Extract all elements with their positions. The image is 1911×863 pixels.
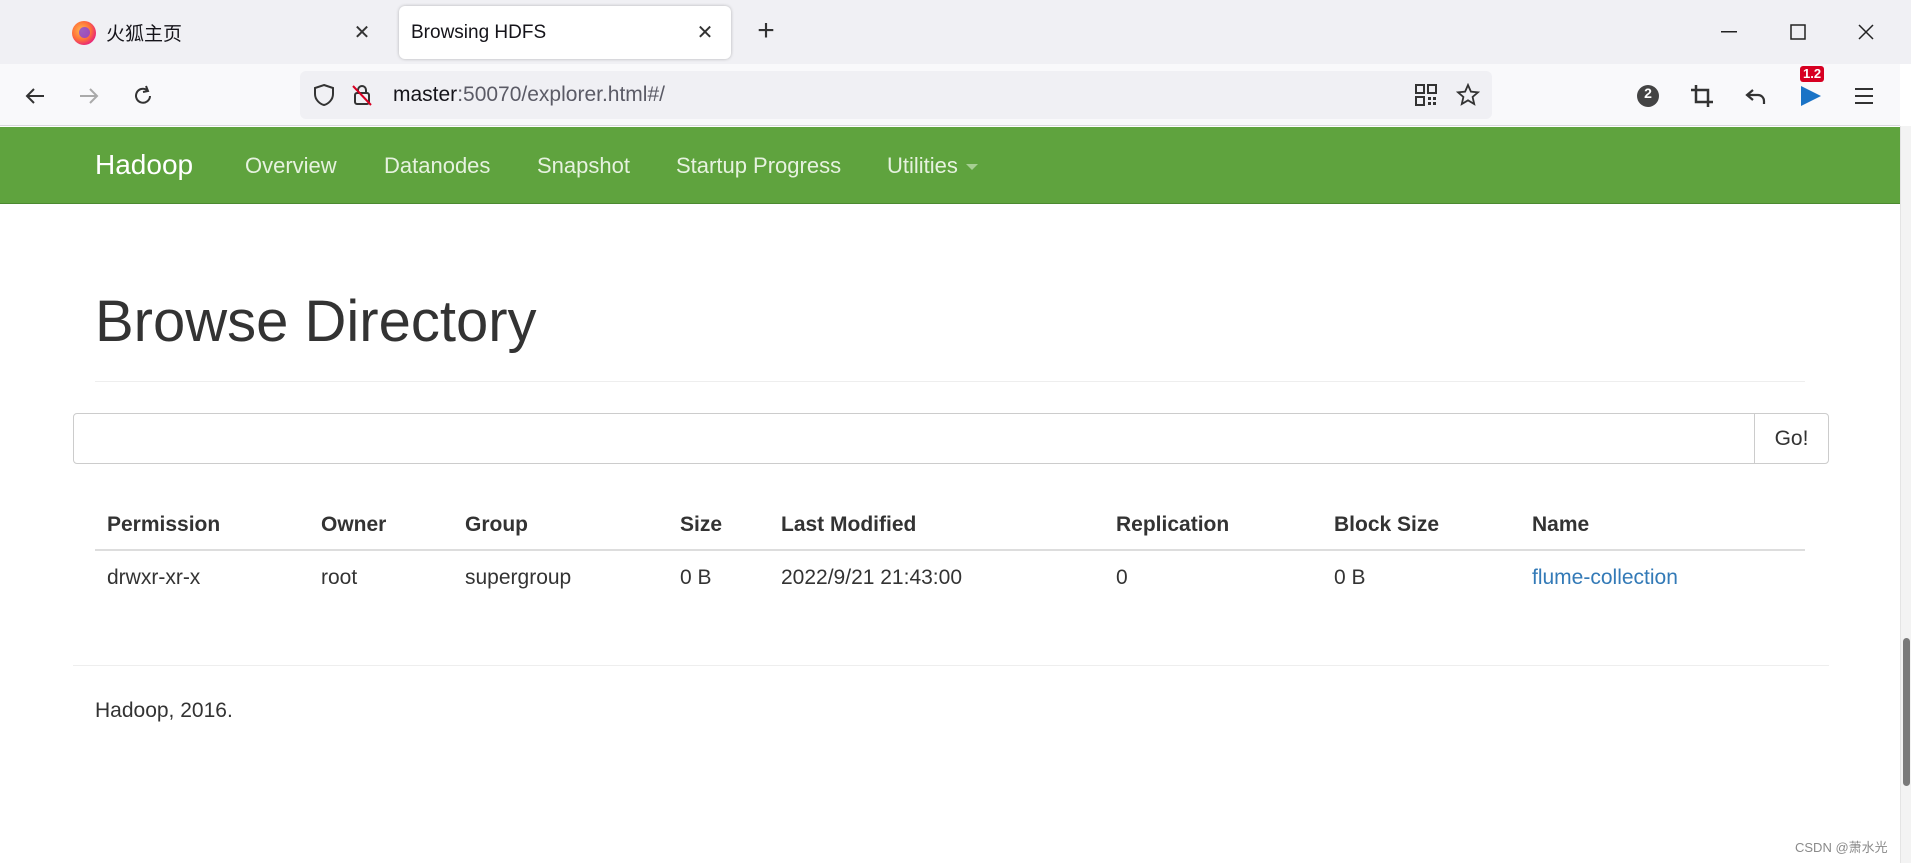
header-block-size[interactable]: Block Size	[1322, 500, 1520, 551]
page-title: Browse Directory	[95, 289, 537, 354]
header-permission[interactable]: Permission	[95, 500, 309, 551]
tab-strip: 火狐主页 ✕ Browsing HDFS ✕ +	[0, 0, 1911, 64]
maximize-icon	[1790, 24, 1806, 40]
hadoop-navbar: Hadoop Overview Datanodes Snapshot Start…	[0, 127, 1900, 204]
extension-button[interactable]	[1792, 78, 1828, 114]
browser-window: 火狐主页 ✕ Browsing HDFS ✕ + master:50070/ex…	[0, 0, 1911, 863]
url-path: :50070/explorer.html#/	[457, 83, 665, 106]
watermark: CSDN @萧水光	[1795, 840, 1888, 855]
minimize-icon	[1721, 31, 1737, 33]
reload-button[interactable]	[125, 78, 161, 114]
maximize-button[interactable]	[1778, 14, 1818, 50]
caret-down-icon	[965, 164, 978, 171]
qr-code-icon[interactable]	[1410, 79, 1442, 111]
cell-block-size: 0 B	[1334, 566, 1366, 589]
header-size[interactable]: Size	[668, 500, 769, 551]
arrow-left-icon	[25, 88, 44, 104]
minimize-button[interactable]	[1709, 14, 1749, 50]
arrow-right-icon	[80, 88, 99, 104]
hadoop-brand-link[interactable]: Hadoop	[95, 149, 193, 181]
back-button[interactable]	[17, 78, 53, 114]
play-extension-icon	[1801, 86, 1821, 106]
close-window-button[interactable]	[1846, 14, 1886, 50]
close-icon[interactable]: ✕	[350, 20, 374, 45]
tab-firefox-home[interactable]: 火狐主页 ✕	[48, 6, 388, 59]
page-scrollbar[interactable]	[1900, 126, 1911, 863]
directory-listing-table: Permission Owner Group Size Last Modifie…	[95, 500, 1805, 605]
bookmark-star-icon[interactable]	[1452, 79, 1484, 111]
insecure-lock-icon[interactable]	[346, 79, 378, 111]
container-button[interactable]: 2	[1630, 78, 1666, 114]
close-icon[interactable]: ✕	[693, 20, 717, 45]
nav-utilities-label: Utilities	[887, 153, 958, 178]
header-owner[interactable]: Owner	[309, 500, 453, 551]
crop-icon	[1691, 85, 1713, 107]
footer-divider	[73, 665, 1829, 666]
nav-overview[interactable]: Overview	[245, 153, 337, 179]
go-button[interactable]: Go!	[1754, 413, 1829, 464]
tab-browsing-hdfs[interactable]: Browsing HDFS ✕	[399, 6, 731, 59]
header-name[interactable]: Name	[1520, 500, 1805, 551]
close-window-icon	[1858, 24, 1874, 40]
cell-permission: drwxr-xr-x	[107, 566, 201, 589]
page-footer: Hadoop, 2016.	[95, 699, 233, 722]
hamburger-menu-icon	[1855, 88, 1873, 104]
cell-replication: 0	[1116, 566, 1128, 589]
header-group[interactable]: Group	[453, 500, 668, 551]
container-badge-count: 2	[1644, 85, 1652, 101]
tab-title: 火狐主页	[106, 24, 183, 45]
table-header-row: Permission Owner Group Size Last Modifie…	[95, 500, 1805, 551]
url-bar[interactable]: master:50070/explorer.html#/	[300, 71, 1492, 119]
url-text[interactable]: master:50070/explorer.html#/	[393, 83, 665, 107]
extension-badge: 1.2	[1800, 66, 1825, 82]
forward-button[interactable]	[71, 78, 107, 114]
nav-utilities-dropdown[interactable]: Utilities	[887, 153, 978, 179]
nav-datanodes[interactable]: Datanodes	[384, 153, 490, 179]
navigation-toolbar: master:50070/explorer.html#/ 2 1.2	[0, 64, 1900, 126]
header-last-modified[interactable]: Last Modified	[769, 500, 1104, 551]
cell-size: 0 B	[680, 566, 712, 589]
nav-snapshot[interactable]: Snapshot	[537, 153, 630, 179]
reload-icon	[135, 85, 151, 104]
directory-path-input[interactable]	[73, 413, 1755, 464]
screenshot-button[interactable]	[1684, 78, 1720, 114]
menu-button[interactable]	[1846, 78, 1882, 114]
header-replication[interactable]: Replication	[1104, 500, 1322, 551]
table-row: drwxr-xr-x root supergroup 0 B 2022/9/21…	[95, 550, 1805, 605]
nav-startup-progress[interactable]: Startup Progress	[676, 153, 841, 179]
directory-link[interactable]: flume-collection	[1532, 566, 1678, 589]
title-divider	[95, 381, 1805, 382]
undo-arrow-icon	[1745, 89, 1766, 104]
tab-title: Browsing HDFS	[411, 21, 547, 43]
shield-icon[interactable]	[308, 79, 340, 111]
new-tab-button[interactable]: +	[748, 14, 784, 50]
undo-button[interactable]	[1738, 78, 1774, 114]
cell-last-modified: 2022/9/21 21:43:00	[781, 566, 963, 589]
cell-name: flume-collection	[1520, 550, 1805, 605]
scrollbar-thumb[interactable]	[1903, 638, 1910, 786]
firefox-icon	[72, 20, 96, 45]
cell-group: supergroup	[465, 566, 572, 589]
cell-owner: root	[321, 566, 358, 589]
url-host: master	[393, 83, 458, 106]
